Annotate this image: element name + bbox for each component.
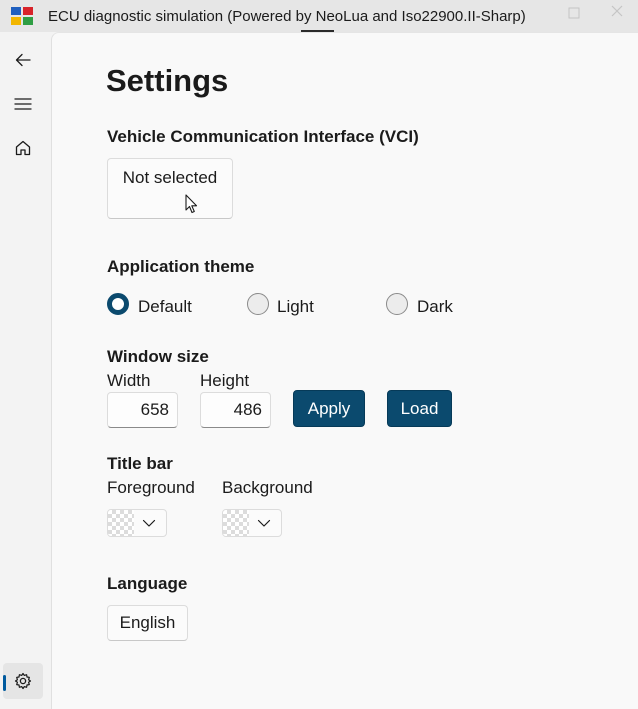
gear-icon (14, 672, 32, 690)
page-title: Settings (106, 63, 229, 98)
window-size-heading: Window size (107, 347, 209, 366)
theme-label-default: Default (138, 297, 192, 316)
language-button[interactable]: English (107, 605, 188, 641)
chevron-down-icon (257, 519, 271, 527)
navigation-pane (0, 32, 50, 709)
nav-selection-indicator (3, 675, 6, 691)
vci-select-button[interactable]: Not selected (107, 158, 233, 219)
close-icon[interactable] (606, 4, 628, 24)
language-value: English (119, 613, 176, 632)
width-value: 658 (140, 400, 169, 419)
chevron-down-icon (142, 519, 156, 527)
theme-radio-default[interactable] (107, 293, 129, 315)
vci-button-label: Not selected (122, 168, 218, 187)
width-label: Width (107, 371, 151, 390)
color-swatch-transparent (108, 510, 134, 536)
window-title-bar[interactable]: ECU diagnostic simulation (Powered by Ne… (0, 0, 638, 32)
theme-radio-light[interactable] (247, 293, 269, 315)
hamburger-menu-icon (14, 98, 32, 110)
theme-label-light: Light (277, 297, 314, 316)
app-logo-icon (11, 7, 33, 25)
maximize-icon[interactable] (563, 4, 585, 24)
mouse-cursor-icon (185, 194, 198, 214)
vci-heading: Vehicle Communication Interface (VCI) (107, 127, 419, 146)
height-value: 486 (233, 400, 262, 419)
background-label: Background (222, 478, 313, 497)
theme-heading: Application theme (107, 257, 255, 276)
width-input[interactable]: 658 (107, 392, 178, 428)
foreground-label: Foreground (107, 478, 195, 497)
apply-button[interactable]: Apply (293, 390, 365, 427)
theme-label-dark: Dark (417, 297, 453, 316)
menu-toggle-button[interactable] (3, 86, 43, 122)
window-title: ECU diagnostic simulation (Powered by Ne… (48, 8, 526, 25)
home-icon (15, 140, 31, 156)
nav-item-home[interactable] (3, 130, 43, 166)
load-button[interactable]: Load (387, 390, 452, 427)
nav-item-settings[interactable] (3, 663, 43, 699)
height-input[interactable]: 486 (200, 392, 271, 428)
foreground-color-picker[interactable] (107, 509, 167, 537)
title-bar-heading: Title bar (107, 454, 173, 473)
apply-button-label: Apply (307, 399, 351, 418)
height-label: Height (200, 371, 250, 390)
theme-radio-dark[interactable] (386, 293, 408, 315)
load-button-label: Load (400, 399, 439, 418)
settings-page: Settings Vehicle Communication Interface… (51, 32, 638, 709)
language-heading: Language (107, 574, 188, 593)
back-button[interactable] (3, 42, 43, 78)
background-color-picker[interactable] (222, 509, 282, 537)
color-swatch-transparent (223, 510, 249, 536)
back-arrow-icon (15, 53, 31, 67)
